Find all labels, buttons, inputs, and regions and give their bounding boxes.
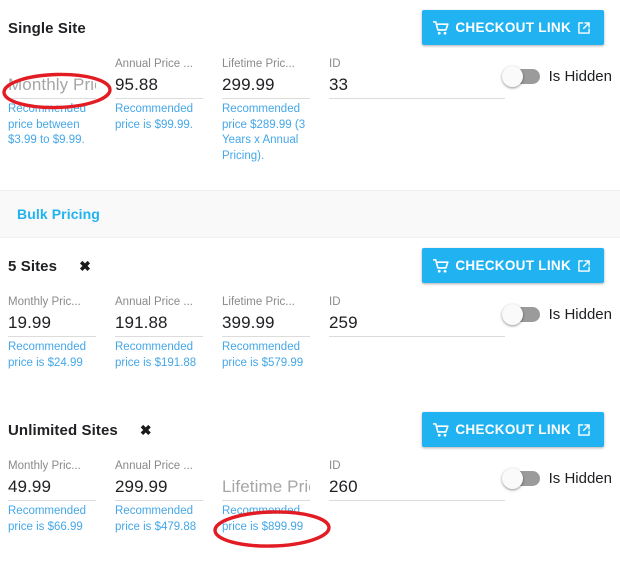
pricing-section-unlimited-sites: Unlimited Sites ✖ CHECKOUT LINK Monthly … [0,402,620,566]
field-lifetime-price: Lifetime Pric... 399.99 Recommended pric… [222,294,310,371]
field-label: ID [329,460,341,472]
external-link-icon [577,21,591,35]
is-hidden-toggle[interactable] [501,468,540,489]
annual-price-input[interactable]: 299.99 [115,474,203,501]
pricing-section-5-sites: 5 Sites ✖ CHECKOUT LINK Monthly Pric... … [0,238,620,402]
toggle-knob [501,468,523,489]
monthly-price-input[interactable]: Monthly Pric... [8,72,96,99]
section-title: 5 Sites [8,257,58,275]
toggle-knob [501,304,523,325]
is-hidden-toggle-group[interactable]: Is Hidden [501,304,612,325]
id-input[interactable]: 33 [329,72,505,99]
section-header: Single Site CHECKOUT LINK [8,0,612,56]
field-lifetime-price: Lifetime Pric... 299.99 Recommended pric… [222,56,310,164]
section-title: Single Site [8,19,86,37]
field-hint: Recommended price is $579.99 [222,341,304,369]
field-hint: Recommended price is $99.99. [115,103,193,131]
checkout-link-label: CHECKOUT LINK [455,258,571,273]
is-hidden-toggle[interactable] [501,66,540,87]
annual-price-input[interactable]: 95.88 [115,72,203,99]
field-label: ID [329,296,341,308]
id-input[interactable]: 260 [329,474,505,501]
is-hidden-toggle[interactable] [501,304,540,325]
field-label: Monthly Pric... [8,460,81,472]
field-monthly-price: Monthly Pric... 19.99 Recommended price … [8,294,96,371]
checkout-link-label: CHECKOUT LINK [455,422,571,437]
field-annual-price: Annual Price ... 191.88 Recommended pric… [115,294,203,371]
field-monthly-price: Monthly Pric... 49.99 Recommended price … [8,458,96,535]
lifetime-price-input[interactable]: Lifetime Pric... [222,474,310,501]
section-header: 5 Sites ✖ CHECKOUT LINK [8,238,612,294]
field-label: ID [329,58,341,70]
checkout-link-button[interactable]: CHECKOUT LINK [422,248,604,283]
field-label: Monthly Pric... [8,296,81,308]
section-header: Unlimited Sites ✖ CHECKOUT LINK [8,402,612,458]
field-label: Annual Price ... [115,296,193,308]
field-hint: Recommended price is $479.88 [115,505,197,533]
is-hidden-label: Is Hidden [548,470,612,487]
field-id: ID 260 [329,458,505,501]
field-id: ID 259 [329,294,505,337]
section-title: Unlimited Sites [8,421,118,439]
external-link-icon [577,423,591,437]
is-hidden-label: Is Hidden [548,306,612,323]
shopping-cart-icon [433,258,449,273]
field-hint: Recommended price $289.99 (3 Years x Ann… [222,103,306,162]
shopping-cart-icon [433,20,449,35]
checkout-link-button[interactable]: CHECKOUT LINK [422,10,604,45]
fields-row: Monthly Pric... 49.99 Recommended price … [8,458,612,558]
external-link-icon [577,259,591,273]
monthly-price-input[interactable]: 49.99 [8,474,96,501]
is-hidden-label: Is Hidden [548,68,612,85]
checkout-link-label: CHECKOUT LINK [455,20,571,35]
field-id: ID 33 [329,56,505,99]
field-lifetime-price: Lifetime Pric... Lifetime Pric... Recomm… [222,458,310,535]
bulk-pricing-banner: Bulk Pricing [0,190,620,238]
pricing-section-single-site: Single Site CHECKOUT LINK Monthly Pri Re… [0,0,620,190]
monthly-price-input[interactable]: 19.99 [8,310,96,337]
field-hint: Recommended price is $191.88 [115,341,197,369]
id-input[interactable]: 259 [329,310,505,337]
is-hidden-toggle-group[interactable]: Is Hidden [501,468,612,489]
field-label: Annual Price ... [115,58,193,70]
close-x-icon[interactable]: ✖ [140,423,152,437]
annual-price-input[interactable]: 191.88 [115,310,203,337]
bulk-pricing-label: Bulk Pricing [17,206,100,222]
fields-row: Monthly Pric... 19.99 Recommended price … [8,294,612,394]
pricing-editor-page: Single Site CHECKOUT LINK Monthly Pri Re… [0,0,620,584]
lifetime-price-input[interactable]: 299.99 [222,72,310,99]
close-x-icon[interactable]: ✖ [79,259,91,273]
field-label: Lifetime Pric... [222,296,295,308]
shopping-cart-icon [433,422,449,437]
toggle-knob [501,66,523,87]
lifetime-price-input[interactable]: 399.99 [222,310,310,337]
field-hint: Recommended price is $899.99 [222,505,304,533]
fields-row: Monthly Pric... Monthly Pric... Recommen… [8,56,612,162]
field-annual-price: Annual Price ... 299.99 Recommended pric… [115,458,203,535]
field-hint: Recommended price between $3.99 to $9.99… [8,103,86,146]
field-label: Lifetime Pric... [222,58,295,70]
field-hint: Recommended price is $66.99 [8,505,86,533]
field-hint: Recommended price is $24.99 [8,341,86,369]
field-monthly-price: Monthly Pric... Monthly Pric... Recommen… [8,56,96,149]
field-label: Annual Price ... [115,460,193,472]
checkout-link-button[interactable]: CHECKOUT LINK [422,412,604,447]
field-annual-price: Annual Price ... 95.88 Recommended price… [115,56,203,133]
is-hidden-toggle-group[interactable]: Is Hidden [501,66,612,87]
